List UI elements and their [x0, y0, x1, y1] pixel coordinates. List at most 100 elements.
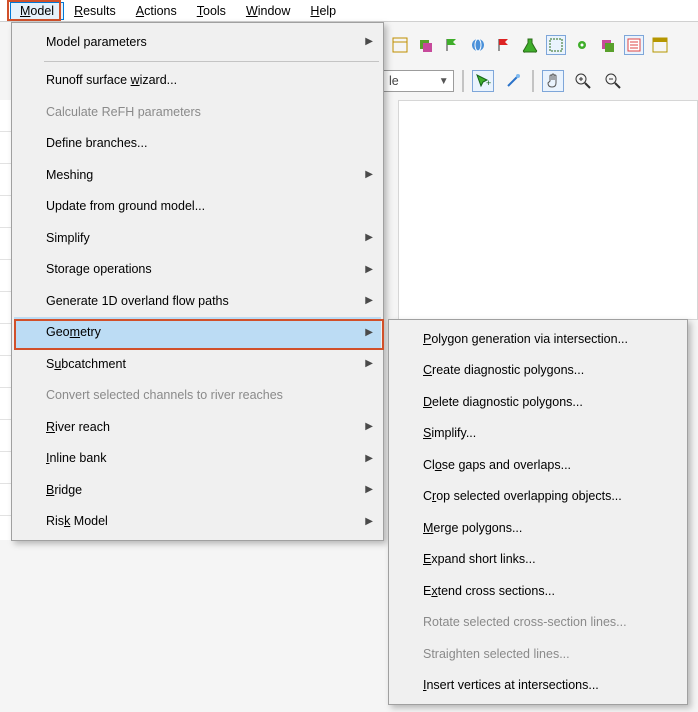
submenu-arrow-icon: ▶: [365, 232, 373, 243]
menubar-item-label-ul: R: [74, 4, 83, 18]
menu-item-storage-operations[interactable]: Storage operations ▶: [14, 254, 381, 286]
menu-item-merge-polygons[interactable]: Merge polygons...: [391, 512, 685, 544]
menu-item-update-from-ground-model[interactable]: Update from ground model...: [14, 191, 381, 223]
menu-item-simplify-geom[interactable]: Simplify...: [391, 418, 685, 450]
wand-icon[interactable]: [502, 70, 524, 92]
menu-item-expand-short-links[interactable]: Expand short links...: [391, 544, 685, 576]
menu-model: Model parameters ▶ Runoff surface wizard.…: [11, 22, 384, 541]
menu-item-bridge[interactable]: Bridge ▶: [14, 474, 381, 506]
world-icon[interactable]: [468, 35, 488, 55]
menu-item-risk-model[interactable]: Risk Model ▶: [14, 506, 381, 538]
menu-item-label: Update from ground model...: [46, 199, 205, 213]
submenu-arrow-icon: ▶: [365, 295, 373, 306]
layers2-icon[interactable]: [598, 35, 618, 55]
menu-item-label: Geometry: [46, 325, 101, 339]
menu-item-label: Inline bank: [46, 451, 106, 465]
panel-icon[interactable]: [390, 35, 410, 55]
mode-combo[interactable]: le ▼: [380, 70, 454, 92]
select-box-icon[interactable]: [546, 35, 566, 55]
menubar-item-label: esults: [83, 4, 116, 18]
submenu-arrow-icon: ▶: [365, 264, 373, 275]
menu-item-meshing[interactable]: Meshing ▶: [14, 159, 381, 191]
menu-item-delete-diagnostic-polygons[interactable]: Delete diagnostic polygons...: [391, 386, 685, 418]
zoom-out-icon[interactable]: [602, 70, 624, 92]
menubar-item-window[interactable]: Window: [236, 2, 300, 20]
menu-item-simplify[interactable]: Simplify ▶: [14, 222, 381, 254]
toolbar-row-1: [390, 31, 694, 59]
menu-item-label: Model parameters: [46, 35, 147, 49]
menu-item-define-branches[interactable]: Define branches...: [14, 128, 381, 160]
layers-icon[interactable]: [416, 35, 436, 55]
menu-item-label: Meshing: [46, 168, 93, 182]
hand-icon[interactable]: [542, 70, 564, 92]
menu-item-label: Subcatchment: [46, 357, 126, 371]
menu-item-crop-overlapping[interactable]: Crop selected overlapping objects...: [391, 481, 685, 513]
menubar-item-label-ul: W: [246, 4, 258, 18]
menu-item-label: Crop selected overlapping objects...: [423, 489, 622, 503]
menu-separator: [44, 61, 379, 62]
menu-item-label: Simplify: [46, 231, 90, 245]
chevron-down-icon: ▼: [439, 76, 449, 87]
menu-item-calculate-refh: Calculate ReFH parameters: [14, 96, 381, 128]
submenu-arrow-icon: ▶: [365, 421, 373, 432]
menubar-item-label: indow: [258, 4, 291, 18]
menubar-item-label: elp: [319, 4, 336, 18]
menubar-item-label-ul: M: [20, 4, 30, 18]
menu-item-label: Expand short links...: [423, 552, 536, 566]
menu-item-runoff-surface-wizard[interactable]: Runoff surface wizard...: [14, 65, 381, 97]
flag-green-icon[interactable]: [442, 35, 462, 55]
menubar-item-help[interactable]: Help: [300, 2, 346, 20]
mode-combo-value: le: [389, 74, 399, 88]
panel2-icon[interactable]: [650, 35, 670, 55]
submenu-arrow-icon: ▶: [365, 169, 373, 180]
toolbar-separator: [532, 70, 534, 92]
menu-item-inline-bank[interactable]: Inline bank ▶: [14, 443, 381, 475]
menubar-item-actions[interactable]: Actions: [126, 2, 187, 20]
menu-item-close-gaps[interactable]: Close gaps and overlaps...: [391, 449, 685, 481]
menu-item-model-parameters[interactable]: Model parameters ▶: [14, 26, 381, 58]
flask-icon[interactable]: [520, 35, 540, 55]
menu-item-polygon-generation[interactable]: Polygon generation via intersection...: [391, 323, 685, 355]
menu-item-label: Close gaps and overlaps...: [423, 458, 571, 472]
menubar-item-model[interactable]: Model: [10, 2, 64, 20]
menu-item-geometry[interactable]: Geometry▶: [14, 317, 381, 349]
menu-item-label: Runoff surface wizard...: [46, 73, 177, 87]
submenu-arrow-icon: ▶: [365, 516, 373, 527]
flag-red-icon[interactable]: [494, 35, 514, 55]
menu-item-label: Define branches...: [46, 136, 147, 150]
menubar-item-label: ctions: [144, 4, 177, 18]
cursor-plus-icon[interactable]: +: [472, 70, 494, 92]
menu-item-label: Generate 1D overland flow paths: [46, 294, 229, 308]
list-icon[interactable]: [624, 35, 644, 55]
menubar-item-results[interactable]: Results: [64, 2, 126, 20]
menu-item-extend-cross-sections[interactable]: Extend cross sections...: [391, 575, 685, 607]
menu-item-river-reach[interactable]: River reach▶: [14, 411, 381, 443]
submenu-arrow-icon: ▶: [365, 453, 373, 464]
menu-item-label: Storage operations: [46, 262, 152, 276]
menu-item-label: Risk Model: [46, 514, 108, 528]
menu-item-label: Bridge: [46, 483, 82, 497]
menu-item-subcatchment[interactable]: Subcatchment ▶: [14, 348, 381, 380]
menu-item-insert-vertices[interactable]: Insert vertices at intersections...: [391, 670, 685, 702]
menu-item-convert-channels: Convert selected channels to river reach…: [14, 380, 381, 412]
submenu-arrow-icon: ▶: [365, 36, 373, 47]
menubar-item-label: odel: [30, 4, 54, 18]
gear-icon[interactable]: [572, 35, 592, 55]
menu-item-generate-1d-overland[interactable]: Generate 1D overland flow paths ▶: [14, 285, 381, 317]
menu-item-label: Straighten selected lines...: [423, 647, 570, 661]
menu-item-label: Calculate ReFH parameters: [46, 105, 201, 119]
menubar: Model Results Actions Tools Window Help: [0, 0, 698, 22]
menu-item-label: Extend cross sections...: [423, 584, 555, 598]
submenu-arrow-icon: ▶: [365, 484, 373, 495]
zoom-in-icon[interactable]: [572, 70, 594, 92]
menubar-item-label-ul: A: [136, 4, 144, 18]
menubar-item-tools[interactable]: Tools: [187, 2, 236, 20]
menu-item-label: Insert vertices at intersections...: [423, 678, 599, 692]
submenu-arrow-icon: ▶: [365, 358, 373, 369]
menu-item-label: Polygon generation via intersection...: [423, 332, 628, 346]
menu-item-create-diagnostic-polygons[interactable]: Create diagnostic polygons...: [391, 355, 685, 387]
menu-item-straighten-lines: Straighten selected lines...: [391, 638, 685, 670]
menu-item-label: Create diagnostic polygons...: [423, 363, 584, 377]
content-pane: [398, 100, 698, 320]
menu-item-label: Rotate selected cross-section lines...: [423, 615, 627, 629]
